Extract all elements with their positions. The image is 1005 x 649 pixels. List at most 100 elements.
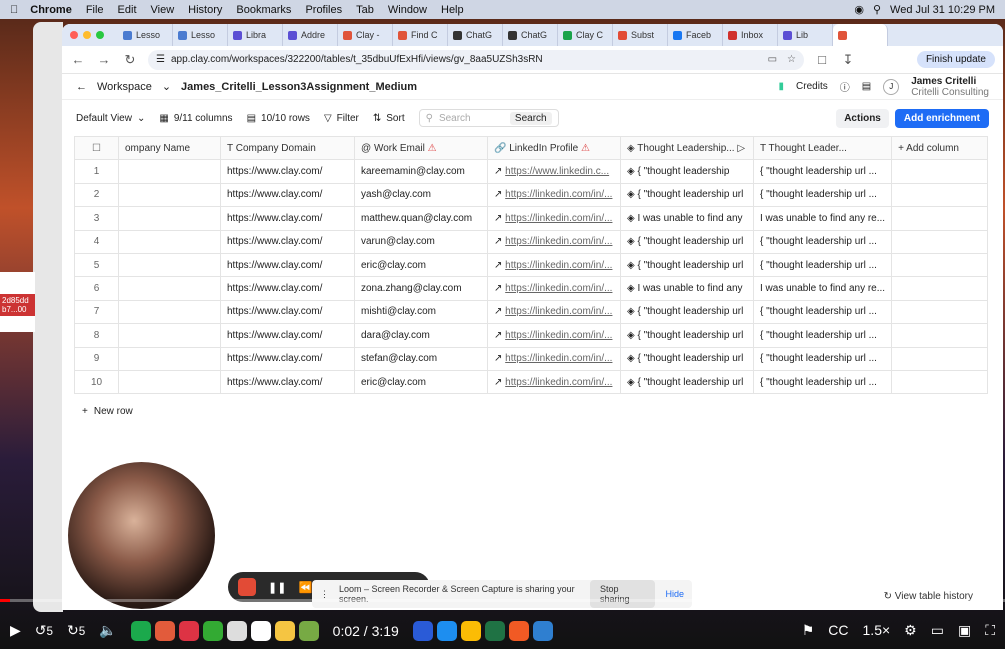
reminders-icon[interactable] (250, 620, 271, 641)
chevron-down-icon[interactable]: ⌄ (162, 80, 171, 93)
search-button[interactable]: Search (509, 111, 552, 125)
external-link-icon[interactable]: ↗ (494, 236, 505, 247)
table-row[interactable]: 10 https://www.clay.com/eric@clay.com ↗ ht… (74, 369, 989, 395)
cell-thought-leadership-1[interactable]: ◈ { "thought leadership url (620, 182, 754, 208)
cell-thought-leadership-1[interactable]: ◈ { "thought leadership url (620, 252, 754, 278)
cell-company-name[interactable] (118, 369, 221, 395)
user-info[interactable]: James Critelli Critelli Consulting (911, 76, 989, 98)
cell-thought-leadership-2[interactable]: { "thought leadership url ... (752, 369, 893, 395)
cell-company-domain[interactable]: https://www.clay.com/ (220, 323, 355, 348)
cell-company-domain[interactable]: https://www.clay.com/ (220, 159, 355, 184)
cell-company-domain[interactable]: https://www.clay.com/ (220, 299, 355, 325)
miniplayer-icon[interactable]: ▣ (958, 622, 971, 639)
cell-thought-leadership-1[interactable]: ◈ I was unable to find any (620, 206, 754, 231)
cell-company-domain[interactable]: https://www.clay.com/ (220, 346, 355, 371)
external-link-icon[interactable]: ↗ (494, 353, 505, 364)
cell-work-email[interactable]: kareemamin@clay.com (354, 159, 488, 184)
browser-tab[interactable]: Faceb (668, 24, 723, 46)
external-link-icon[interactable]: ↗ (494, 283, 505, 294)
cast-icon[interactable]: ▭ (768, 54, 777, 65)
cell-work-email[interactable]: stefan@clay.com (354, 346, 488, 371)
cell-linkedin-profile[interactable]: ↗ https://linkedin.com/in/... (487, 276, 621, 301)
sort-button[interactable]: ⇅ Sort (373, 113, 405, 124)
cell-company-name[interactable] (118, 159, 221, 184)
save-icon[interactable]: ⚑ (802, 622, 815, 639)
extensions-icon[interactable]: □ (814, 52, 830, 67)
cell-work-email[interactable]: dara@clay.com (354, 323, 488, 348)
chrome-icon[interactable] (460, 620, 481, 641)
credits-button[interactable]: Credits (796, 81, 828, 92)
cell-company-name[interactable] (118, 229, 221, 254)
browser-tab[interactable]: Find C (393, 24, 448, 46)
columns-button[interactable]: ▦ 9/11 columns (159, 113, 232, 124)
site-info-icon[interactable]: ☰ (156, 54, 165, 65)
table-row[interactable]: 1 https://www.clay.com/kareemamin@clay.co… (74, 159, 989, 184)
cell-thought-leadership-2[interactable]: { "thought leadership url ... (752, 346, 893, 371)
bookmark-star-icon[interactable]: ☆ (787, 54, 796, 65)
browser-tab[interactable]: ChatG (503, 24, 558, 46)
facetime-icon[interactable] (202, 620, 223, 641)
wifi-icon[interactable]: ◉ (854, 3, 864, 16)
drag-handle-icon[interactable]: ⋮ (320, 589, 329, 600)
cell-company-domain[interactable]: https://www.clay.com/ (220, 182, 355, 208)
cell-company-domain[interactable]: https://www.clay.com/ (220, 229, 355, 254)
app-icon[interactable] (436, 620, 457, 641)
table-title[interactable]: James_Critelli_Lesson3Assignment_Medium (181, 81, 417, 93)
cell-thought-leadership-1[interactable]: ◈ I was unable to find any (620, 276, 754, 301)
menu-window[interactable]: Window (388, 4, 427, 16)
skip-forward-button[interactable]: ↻5 (67, 622, 85, 639)
finish-update-button[interactable]: Finish update (916, 51, 995, 68)
brave-icon[interactable] (508, 620, 529, 641)
actions-button[interactable]: Actions (836, 108, 889, 128)
cell-company-name[interactable] (118, 276, 221, 301)
table-row[interactable]: 6 https://www.clay.com/zona.zhang@clay.co… (74, 276, 989, 301)
calendar-icon[interactable] (226, 620, 247, 641)
back-arrow-icon[interactable]: ← (70, 52, 86, 67)
table-row[interactable]: 9 https://www.clay.com/stefan@clay.com ↗ h… (74, 346, 989, 371)
column-header-company-name[interactable]: ompany Name (118, 135, 221, 161)
external-link-icon[interactable]: ↗ (494, 166, 505, 177)
loom-webcam-bubble[interactable] (68, 462, 215, 609)
reload-icon[interactable]: ↻ (122, 52, 138, 68)
fullscreen-icon[interactable]: ⛶ (985, 622, 995, 639)
vscode-icon[interactable] (532, 620, 553, 641)
external-link-icon[interactable]: ↗ (494, 189, 505, 200)
external-link-icon[interactable]: ↗ (494, 377, 505, 388)
rewind-icon[interactable]: ⏪ (298, 581, 312, 594)
browser-tab[interactable]: Subst (613, 24, 668, 46)
cell-thought-leadership-2[interactable]: { "thought leadership url ... (752, 229, 893, 254)
cell-company-name[interactable] (118, 182, 221, 208)
cell-work-email[interactable]: varun@clay.com (354, 229, 488, 254)
menu-tab[interactable]: Tab (356, 4, 374, 16)
menubar-datetime[interactable]: Wed Jul 31 10:29 PM (890, 4, 995, 16)
word-icon[interactable] (412, 620, 433, 641)
menu-view[interactable]: View (151, 4, 175, 16)
theater-mode-icon[interactable]: ▭ (931, 622, 944, 639)
app-icon[interactable] (298, 620, 319, 641)
cell-thought-leadership-2[interactable]: I was unable to find any re... (752, 206, 893, 231)
browser-tab[interactable] (833, 24, 888, 46)
table-row[interactable]: 7 https://www.clay.com/mishti@clay.com ↗ h… (74, 299, 989, 325)
cell-thought-leadership-1[interactable]: ◈ { "thought leadership url (620, 229, 754, 254)
browser-tab[interactable]: ChatG (448, 24, 503, 46)
playback-speed-button[interactable]: 1.5× (863, 622, 891, 639)
inbox-icon[interactable]: ▤ (862, 81, 871, 92)
notes-icon[interactable] (274, 620, 295, 641)
cell-company-domain[interactable]: https://www.clay.com/ (220, 252, 355, 278)
cell-work-email[interactable]: zona.zhang@clay.com (354, 276, 488, 301)
cell-linkedin-profile[interactable]: ↗ https://linkedin.com/in/... (487, 206, 621, 231)
external-link-icon[interactable]: ↗ (494, 306, 505, 317)
browser-tab[interactable]: Addre (283, 24, 338, 46)
menu-history[interactable]: History (188, 4, 222, 16)
column-header-work-email[interactable]: @ Work Email ⚠ (354, 135, 488, 161)
cell-thought-leadership-2[interactable]: { "thought leadership url ... (752, 323, 893, 348)
cell-company-domain[interactable]: https://www.clay.com/ (220, 369, 355, 395)
cell-company-name[interactable] (118, 346, 221, 371)
cell-linkedin-profile[interactable]: ↗ https://linkedin.com/in/... (487, 346, 621, 371)
column-header-linkedin-profile[interactable]: 🔗 LinkedIn Profile ⚠ (487, 135, 621, 161)
browser-tab[interactable]: Lib (778, 24, 833, 46)
stop-sharing-button[interactable]: Stop sharing (589, 580, 656, 608)
new-row-button[interactable]: + New row (82, 406, 1003, 417)
cell-company-domain[interactable]: https://www.clay.com/ (220, 276, 355, 301)
search-input[interactable]: ⚲ Search Search (418, 109, 559, 127)
